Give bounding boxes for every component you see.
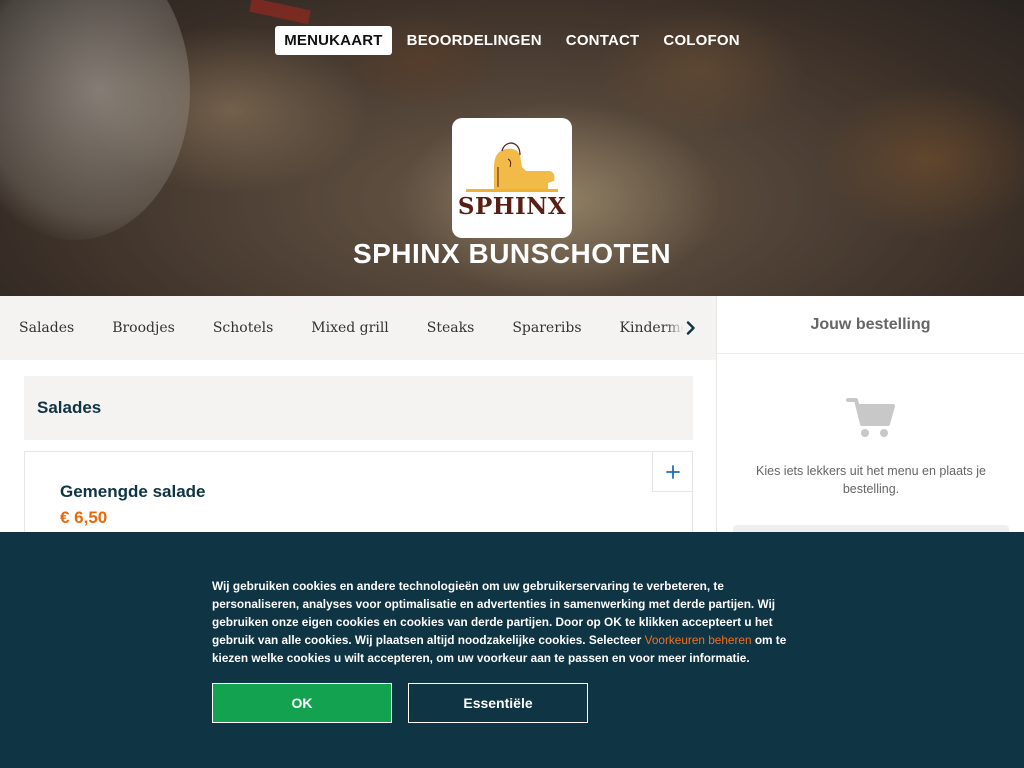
logo-wordmark: SPHINX xyxy=(457,192,567,220)
nav-item-contact[interactable]: CONTACT xyxy=(557,26,649,55)
basket-empty-message: Kies iets lekkers uit het menu en plaats… xyxy=(756,464,986,496)
restaurant-name: SPHINX BUNSCHOTEN xyxy=(352,238,672,269)
nav-item-colofon[interactable]: COLOFON xyxy=(654,26,748,55)
section-title: Salades xyxy=(37,398,102,417)
sphinx-logo-icon xyxy=(466,141,558,192)
essential-cookies-button[interactable]: Essentiële xyxy=(408,683,588,723)
shopping-cart-icon xyxy=(846,398,895,437)
nav-item-menukaart[interactable]: MENUKAART xyxy=(275,26,392,55)
category-salades[interactable]: Salades xyxy=(0,320,93,336)
top-navigation: MENUKAART BEOORDELINGEN CONTACT COLOFON xyxy=(0,26,1024,55)
plus-icon xyxy=(665,464,680,479)
category-broodjes[interactable]: Broodjes xyxy=(93,320,194,336)
manage-preferences-link[interactable]: Voorkeuren beheren xyxy=(645,633,752,647)
product-name: Gemengde salade xyxy=(60,482,206,501)
category-spareribs[interactable]: Spareribs xyxy=(493,320,600,336)
category-schotels[interactable]: Schotels xyxy=(194,320,292,336)
section-header: Salades xyxy=(24,376,693,440)
category-bar: Salades Broodjes Schotels Mixed grill St… xyxy=(0,296,716,360)
cookie-banner: Wij gebruiken cookies en andere technolo… xyxy=(0,532,1024,768)
category-mixed-grill[interactable]: Mixed grill xyxy=(292,320,408,336)
add-to-basket-button[interactable] xyxy=(652,451,693,492)
nav-item-beoordelingen[interactable]: BEOORDELINGEN xyxy=(398,26,551,55)
category-steaks[interactable]: Steaks xyxy=(408,320,494,336)
category-scroll-next-button[interactable] xyxy=(666,296,716,360)
basket-title: Jouw bestelling xyxy=(717,296,1024,354)
product-price: € 6,50 xyxy=(60,508,108,527)
category-list: Salades Broodjes Schotels Mixed grill St… xyxy=(0,296,708,360)
accept-cookies-button[interactable]: OK xyxy=(212,683,392,723)
restaurant-logo: SPHINX xyxy=(452,118,572,238)
chevron-right-icon xyxy=(686,321,695,335)
cookie-message: Wij gebruiken cookies en andere technolo… xyxy=(212,577,812,667)
hero-banner: MENUKAART BEOORDELINGEN CONTACT COLOFON … xyxy=(0,0,1024,296)
